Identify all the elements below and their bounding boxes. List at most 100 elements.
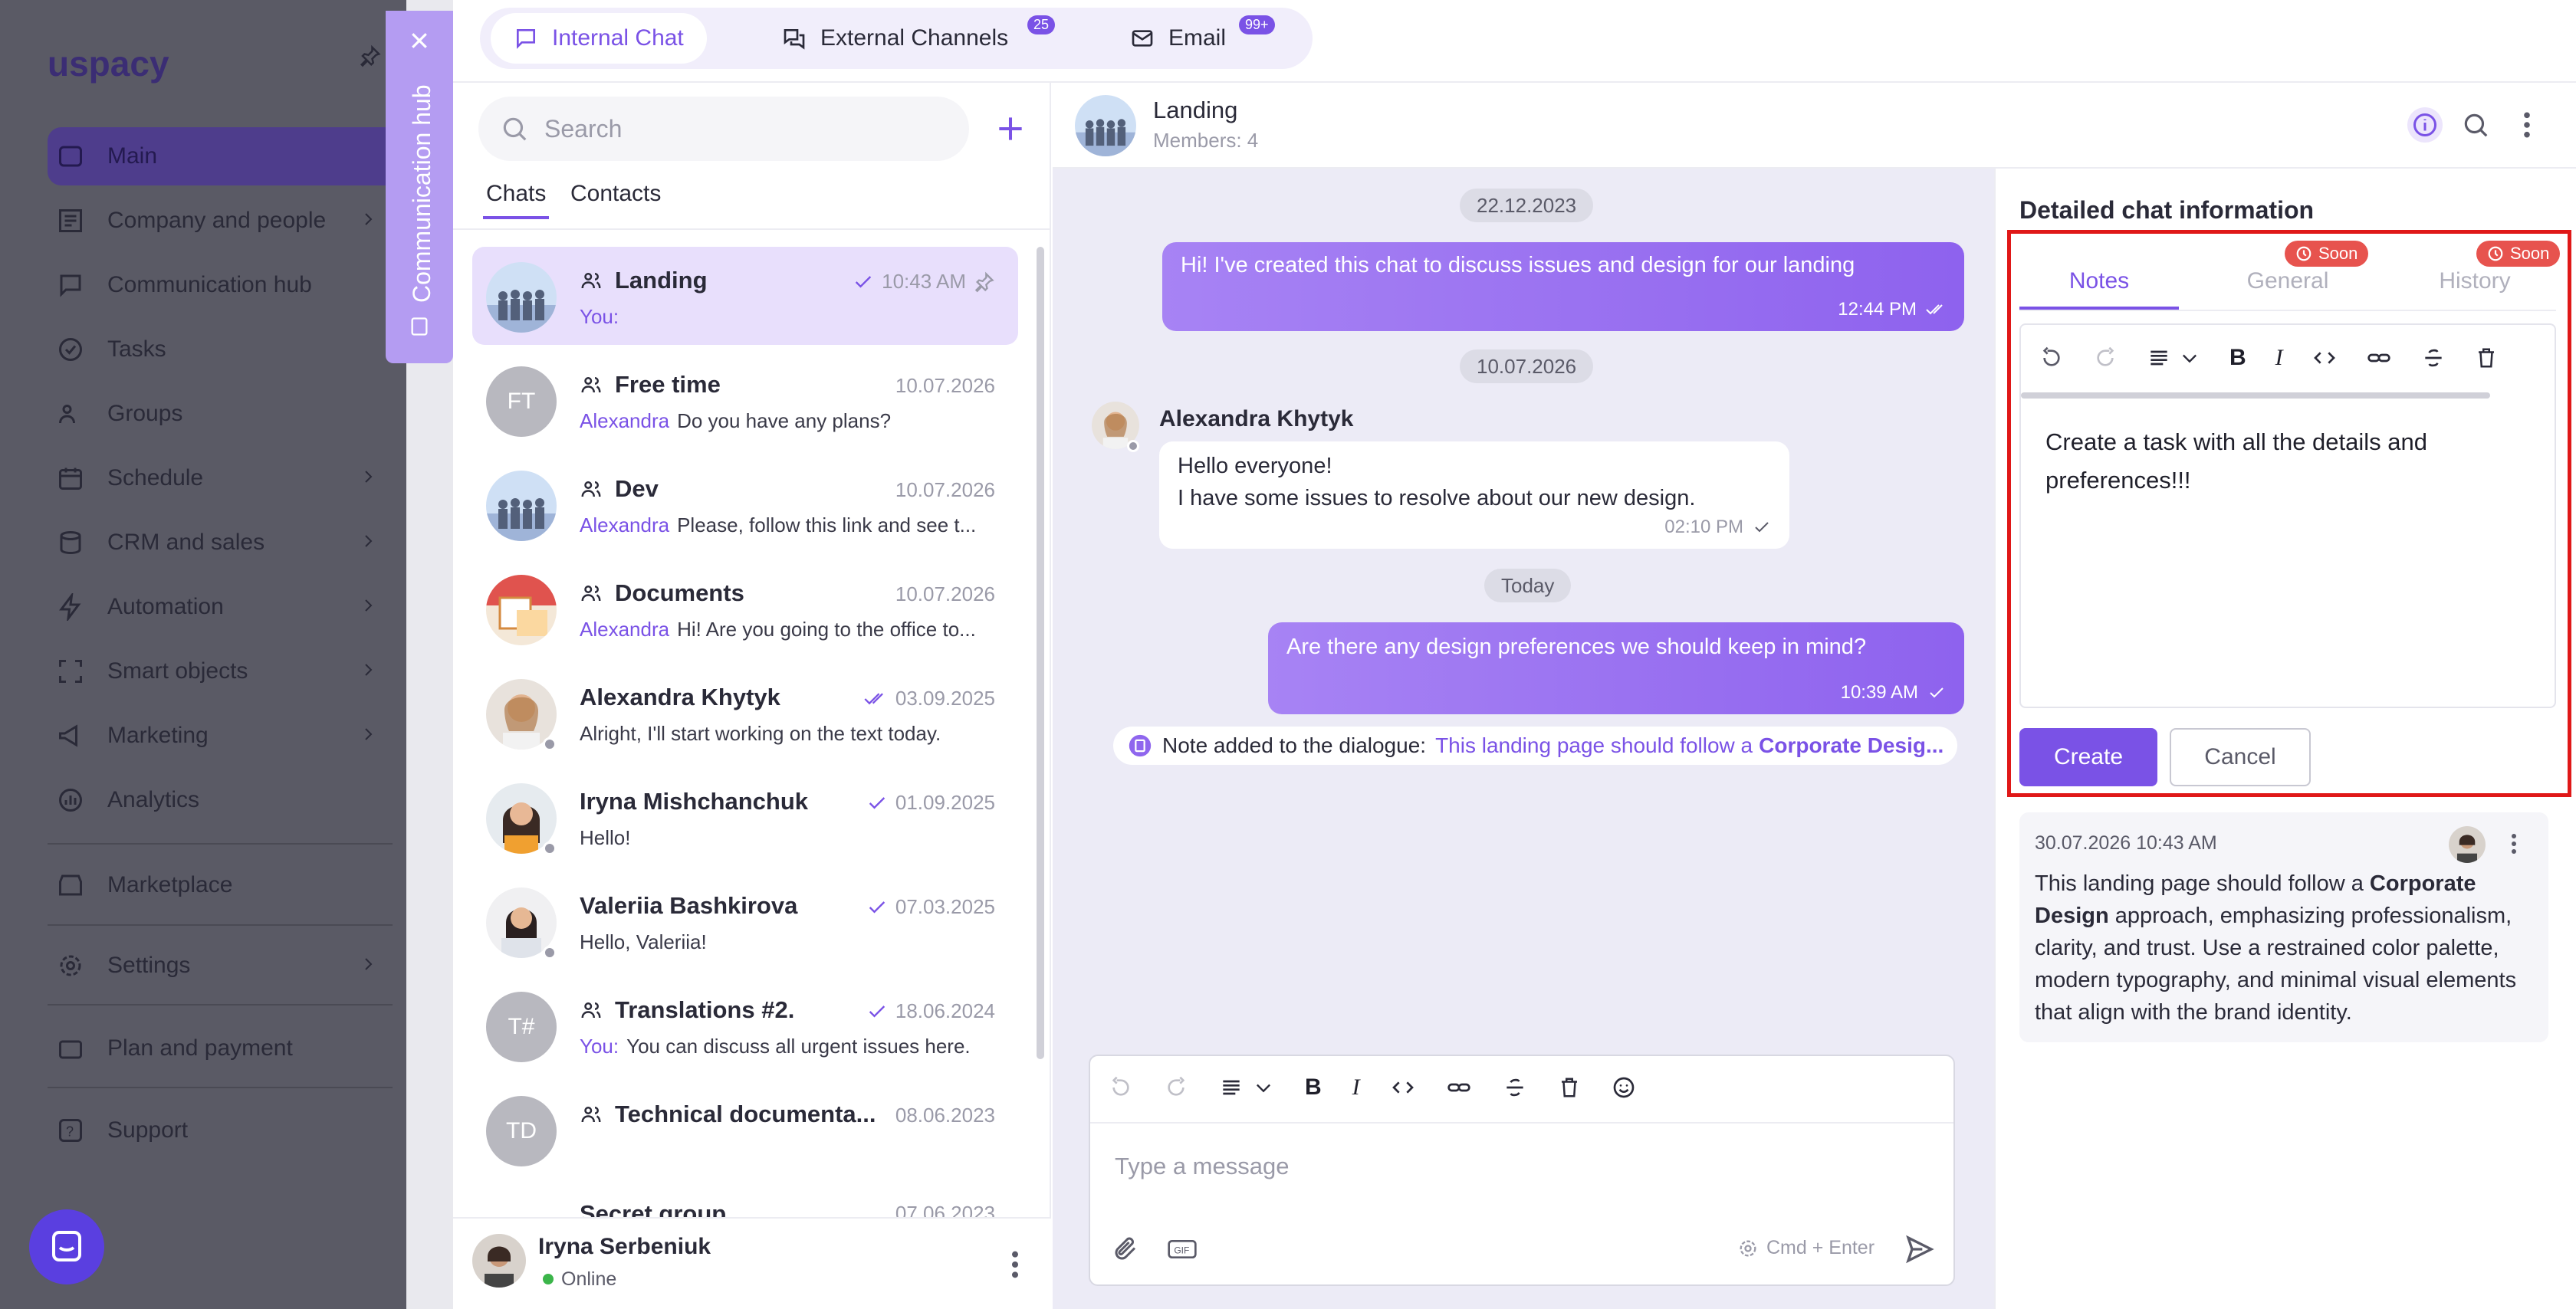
cancel-note-button[interactable]: Cancel bbox=[2170, 728, 2311, 786]
strikethrough-icon[interactable] bbox=[2421, 346, 2446, 370]
redo-icon[interactable] bbox=[1164, 1075, 1188, 1100]
group-avatar bbox=[486, 262, 557, 333]
more-vertical-icon[interactable] bbox=[2509, 832, 2519, 855]
create-note-button[interactable]: Create bbox=[2019, 728, 2157, 786]
note-link-bold: Corporate Desig... bbox=[1759, 733, 1944, 757]
code-icon[interactable] bbox=[1391, 1075, 1415, 1100]
sidebar-item-tasks[interactable]: Tasks bbox=[54, 320, 391, 379]
tab-email[interactable]: Email bbox=[1107, 13, 1249, 64]
chat-row-valeriia[interactable]: Valeriia Bashkirova 07.03.2025 Hello, Va… bbox=[472, 872, 1018, 970]
attach-icon[interactable] bbox=[1112, 1235, 1139, 1263]
chat-row-free-time[interactable]: FT Free time 10.07.2026 Alexandra Do you … bbox=[472, 351, 1018, 449]
align-dropdown[interactable] bbox=[2147, 346, 2200, 370]
sidebar-item-marketplace[interactable]: Marketplace bbox=[54, 856, 391, 914]
date-separator: 10.07.2026 bbox=[1460, 349, 1594, 383]
bold-icon[interactable]: B bbox=[1305, 1074, 1322, 1101]
sidebar-item-crm[interactable]: CRM and sales bbox=[54, 513, 391, 572]
sidebar-item-groups[interactable]: Groups bbox=[54, 385, 391, 443]
close-icon[interactable] bbox=[408, 29, 431, 52]
sidebar-item-main[interactable]: Main bbox=[54, 127, 391, 185]
more-vertical-icon[interactable] bbox=[1006, 1249, 1024, 1280]
sidebar-item-schedule[interactable]: Schedule bbox=[54, 449, 391, 507]
analytics-icon bbox=[54, 783, 87, 817]
emoji-icon[interactable] bbox=[1612, 1075, 1636, 1100]
search-icon[interactable] bbox=[2461, 110, 2490, 139]
italic-icon[interactable]: I bbox=[1352, 1074, 1360, 1101]
chat-name: Alexandra Khytyk bbox=[580, 684, 780, 710]
chat-row-alexandra[interactable]: Alexandra Khytyk 03.09.2025 Alright, I'l… bbox=[472, 664, 1018, 762]
align-dropdown[interactable] bbox=[1219, 1075, 1274, 1100]
chat-time: 10:43 AM bbox=[882, 270, 966, 293]
current-user-name: Iryna Serbeniuk bbox=[538, 1234, 711, 1259]
sidebar-item-support[interactable]: ? Support bbox=[54, 1101, 391, 1160]
sidebar-item-smart-objects[interactable]: Smart objects bbox=[54, 642, 391, 700]
chat-row-landing[interactable]: Landing 10:43 AM You: bbox=[472, 247, 1018, 345]
undo-icon[interactable] bbox=[2039, 346, 2064, 370]
sidebar-item-settings[interactable]: Settings bbox=[54, 937, 391, 995]
sidebar-item-automation[interactable]: Automation bbox=[54, 578, 391, 636]
chat-preview: Please, follow this link and see t... bbox=[677, 513, 977, 536]
search-input[interactable]: Search bbox=[478, 97, 969, 161]
note-draft-text[interactable]: Create a task with all the details and p… bbox=[2045, 423, 2536, 500]
italic-icon[interactable]: I bbox=[2275, 345, 2283, 371]
chat-avatar[interactable] bbox=[1075, 95, 1136, 156]
current-user-avatar[interactable] bbox=[472, 1234, 526, 1288]
redo-icon[interactable] bbox=[2093, 346, 2118, 370]
chat-time: 08.06.2023 bbox=[895, 1104, 995, 1127]
undo-icon[interactable] bbox=[1109, 1075, 1133, 1100]
tab-internal-chat[interactable]: Internal Chat bbox=[491, 13, 707, 64]
tab-notes[interactable]: Notes bbox=[2019, 268, 2179, 294]
trash-icon[interactable] bbox=[2475, 346, 2498, 370]
note-added-notice[interactable]: Note added to the dialogue: This landing… bbox=[1113, 727, 1958, 765]
chat-name: Landing bbox=[615, 267, 708, 294]
info-button[interactable] bbox=[2407, 107, 2443, 143]
message-outgoing[interactable]: Are there any design preferences we shou… bbox=[1268, 622, 1964, 714]
chevron-right-icon bbox=[359, 210, 377, 228]
chat-row-documents[interactable]: Documents 10.07.2026 Alexandra Hi! Are yo… bbox=[472, 559, 1018, 658]
chat-row-technical[interactable]: TD Technical documenta... 08.06.2023 bbox=[472, 1081, 1018, 1179]
search-placeholder: Search bbox=[544, 114, 623, 143]
message-outgoing[interactable]: Hi! I've created this chat to discuss is… bbox=[1162, 242, 1964, 331]
conversation-members[interactable]: Members: 4 bbox=[1153, 129, 1258, 153]
list-divider bbox=[453, 228, 1051, 230]
help-chat-button[interactable] bbox=[29, 1209, 104, 1284]
tab-general[interactable]: General bbox=[2208, 268, 2367, 294]
tab-external-channels[interactable]: External Channels bbox=[759, 13, 1031, 64]
tab-contacts[interactable]: Contacts bbox=[570, 181, 661, 207]
chat-row-dev[interactable]: Dev 10.07.2026 Alexandra Please, follow t… bbox=[472, 455, 1018, 553]
external-channels-badge: 25 bbox=[1027, 15, 1056, 34]
tab-history[interactable]: History bbox=[2395, 268, 2555, 294]
strikethrough-icon[interactable] bbox=[1503, 1075, 1527, 1100]
bold-icon[interactable]: B bbox=[2229, 345, 2246, 371]
message-input[interactable]: Type a message bbox=[1115, 1153, 1289, 1180]
sidebar-item-analytics[interactable]: Analytics bbox=[54, 771, 391, 829]
sidebar-item-marketing[interactable]: Marketing bbox=[54, 707, 391, 765]
conversation-header bbox=[1053, 83, 2576, 169]
new-chat-button[interactable] bbox=[994, 112, 1027, 146]
sidebar-item-communication-hub[interactable]: Communication hub bbox=[54, 256, 391, 314]
more-vertical-icon[interactable] bbox=[2519, 110, 2535, 139]
send-hint[interactable]: Cmd + Enter bbox=[1737, 1237, 1875, 1259]
trash-icon[interactable] bbox=[1558, 1075, 1581, 1100]
sidebar-item-plan[interactable]: Plan and payment bbox=[54, 1019, 391, 1078]
note-text: This landing page should follow a bbox=[2035, 871, 2370, 896]
lightning-icon bbox=[54, 590, 87, 624]
code-icon[interactable] bbox=[2312, 346, 2337, 370]
pin-icon[interactable] bbox=[974, 271, 995, 293]
chat-row-secret[interactable]: Secret group 07.06.2023 bbox=[472, 1185, 1018, 1217]
gif-icon[interactable]: GIF bbox=[1167, 1237, 1198, 1261]
details-title: Detailed chat information bbox=[2019, 196, 2315, 224]
link-icon[interactable] bbox=[1446, 1075, 1472, 1100]
message-incoming[interactable]: Hello everyone! I have some issues to re… bbox=[1159, 441, 1789, 549]
toolbar-scrollbar[interactable] bbox=[2021, 392, 2490, 399]
link-icon[interactable] bbox=[2366, 346, 2392, 370]
pin-icon[interactable] bbox=[359, 44, 382, 67]
crm-icon bbox=[54, 526, 87, 559]
send-icon[interactable] bbox=[1904, 1234, 1935, 1265]
wallet-icon bbox=[54, 1032, 87, 1065]
tab-chats[interactable]: Chats bbox=[486, 181, 546, 207]
chat-list-scrollbar[interactable] bbox=[1037, 247, 1044, 1059]
chat-row-iryna-m[interactable]: Iryna Mishchanchuk 01.09.2025 Hello! bbox=[472, 768, 1018, 866]
sidebar-item-company[interactable]: Company and people bbox=[54, 192, 391, 250]
chat-row-translations[interactable]: T# Translations #2. 18.06.2024 You: You c… bbox=[472, 976, 1018, 1074]
